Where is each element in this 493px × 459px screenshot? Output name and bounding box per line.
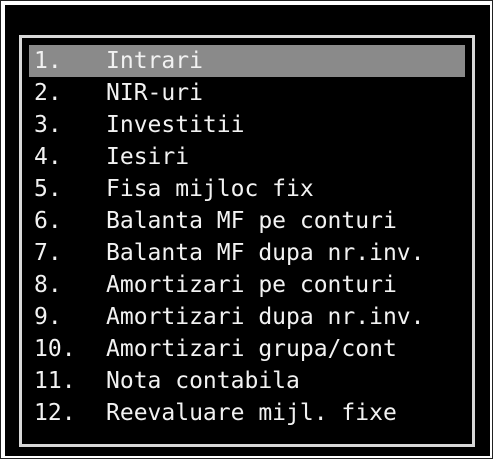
menu-item-label: NIR-uri — [106, 80, 203, 106]
menu-list: 1. Intrari 2. NIR-uri 3. Investitii 4. Iesir… — [29, 45, 465, 429]
menu-item-label: Investitii — [106, 112, 245, 138]
menu-item-label: Amortizari grupa/cont — [106, 336, 397, 362]
menu-item-number: 8. — [34, 272, 62, 298]
terminal-screen: 1. Intrari 2. NIR-uri 3. Investitii 4. Iesir… — [5, 5, 490, 456]
window-frame: 1. Intrari 2. NIR-uri 3. Investitii 4. Iesir… — [0, 0, 493, 459]
menu-item-fisa-mijloc-fix[interactable]: 5. Fisa mijloc fix — [29, 173, 465, 205]
menu-item-number: 10. — [34, 336, 76, 362]
menu-item-balanta-mf-pe-conturi[interactable]: 6. Balanta MF pe conturi — [29, 205, 465, 237]
menu-panel: 1. Intrari 2. NIR-uri 3. Investitii 4. Iesir… — [19, 35, 475, 447]
menu-item-label: Intrari — [106, 48, 203, 74]
menu-item-number: 2. — [34, 80, 62, 106]
menu-item-label: Balanta MF pe conturi — [106, 208, 397, 234]
menu-item-number: 3. — [34, 112, 62, 138]
menu-item-nota-contabila[interactable]: 11. Nota contabila — [29, 365, 465, 397]
menu-item-number: 6. — [34, 208, 62, 234]
menu-item-number: 7. — [34, 240, 62, 266]
menu-item-label: Balanta MF dupa nr.inv. — [106, 240, 425, 266]
menu-item-amortizari-dupa-nr-inv[interactable]: 9. Amortizari dupa nr.inv. — [29, 301, 465, 333]
menu-item-label: Iesiri — [106, 144, 190, 170]
menu-item-amortizari-pe-conturi[interactable]: 8. Amortizari pe conturi — [29, 269, 465, 301]
menu-item-number: 5. — [34, 176, 62, 202]
menu-item-iesiri[interactable]: 4. Iesiri — [29, 141, 465, 173]
menu-item-amortizari-grupa-cont[interactable]: 10. Amortizari grupa/cont — [29, 333, 465, 365]
menu-item-balanta-mf-dupa-nr-inv[interactable]: 7. Balanta MF dupa nr.inv. — [29, 237, 465, 269]
menu-item-number: 1. — [34, 48, 62, 74]
menu-item-label: Amortizari dupa nr.inv. — [106, 304, 425, 330]
menu-item-label: Fisa mijloc fix — [106, 176, 314, 202]
menu-item-reevaluare-mijl-fixe[interactable]: 12. Reevaluare mijl. fixe — [29, 397, 465, 429]
menu-item-label: Reevaluare mijl. fixe — [106, 400, 397, 426]
menu-item-number: 11. — [34, 368, 76, 394]
menu-item-number: 9. — [34, 304, 62, 330]
menu-item-intrari[interactable]: 1. Intrari — [29, 45, 465, 77]
menu-item-number: 12. — [34, 400, 76, 426]
menu-item-label: Nota contabila — [106, 368, 300, 394]
menu-item-label: Amortizari pe conturi — [106, 272, 397, 298]
menu-item-nir-uri[interactable]: 2. NIR-uri — [29, 77, 465, 109]
menu-item-investitii[interactable]: 3. Investitii — [29, 109, 465, 141]
menu-item-number: 4. — [34, 144, 62, 170]
